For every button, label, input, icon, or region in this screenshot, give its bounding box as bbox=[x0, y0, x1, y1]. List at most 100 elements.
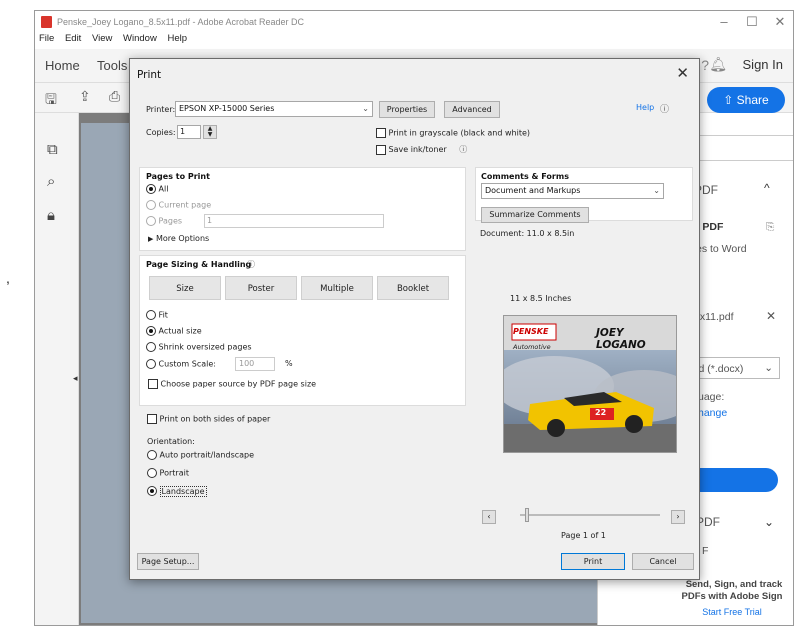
help-link[interactable]: Help bbox=[636, 103, 654, 112]
summarize-comments-button[interactable]: Summarize Comments bbox=[481, 207, 589, 223]
properties-button[interactable]: Properties bbox=[379, 101, 435, 118]
custom-scale-radio[interactable] bbox=[146, 359, 156, 369]
grayscale-option[interactable]: Print in grayscale (black and white) bbox=[376, 128, 530, 138]
percent-label: % bbox=[285, 359, 293, 368]
printer-select-value: EPSON XP-15000 Series bbox=[179, 104, 275, 113]
pages-thumbnail-icon[interactable]: ⧉ bbox=[47, 141, 58, 158]
landscape-radio[interactable] bbox=[147, 486, 157, 496]
share-button[interactable]: ⇧ Share bbox=[707, 87, 785, 113]
comments-forms-select[interactable]: Document and Markups ⌄ bbox=[481, 183, 664, 199]
comments-forms-title: Comments & Forms bbox=[481, 172, 569, 181]
preview-size-label: 11 x 8.5 Inches bbox=[510, 294, 572, 303]
save-ink-option[interactable]: Save ink/toner ⓘ bbox=[376, 144, 467, 155]
booklet-tab[interactable]: Booklet bbox=[377, 276, 449, 300]
pages-radio[interactable] bbox=[146, 216, 156, 226]
auto-orientation-radio[interactable] bbox=[147, 450, 157, 460]
portrait-option[interactable]: Portrait bbox=[147, 468, 189, 478]
copies-label: Copies: bbox=[146, 128, 176, 137]
shrink-radio[interactable] bbox=[146, 342, 156, 352]
page-sizing-info-icon[interactable]: ⓘ bbox=[247, 259, 255, 270]
printer-label: Printer: bbox=[146, 105, 176, 114]
more-options-toggle[interactable]: ▶ More Options bbox=[148, 234, 209, 243]
export-settings-icon[interactable]: ⎘ bbox=[766, 221, 774, 234]
export-pdf-title: t PDF bbox=[696, 221, 724, 233]
remove-file-icon[interactable]: ✕ bbox=[766, 309, 776, 323]
actual-size-option[interactable]: Actual size bbox=[146, 326, 202, 336]
start-free-trial-link[interactable]: Start Free Trial bbox=[668, 607, 793, 617]
save-ink-checkbox[interactable] bbox=[376, 144, 386, 155]
stray-comma: , bbox=[6, 270, 10, 286]
auto-orientation-option[interactable]: Auto portrait/landscape bbox=[147, 450, 254, 460]
menu-view[interactable]: View bbox=[92, 33, 112, 44]
pages-to-print-group: Pages to Print All Current page Pages 1 … bbox=[139, 167, 466, 251]
window-close-icon[interactable]: ✕ bbox=[769, 14, 791, 30]
lock-icon[interactable]: 🔒︎ bbox=[47, 207, 55, 224]
tab-home[interactable]: Home bbox=[45, 58, 80, 73]
page-setup-button[interactable]: Page Setup... bbox=[137, 553, 199, 570]
custom-scale-option[interactable]: Custom Scale: bbox=[146, 359, 216, 369]
minimize-icon[interactable]: – bbox=[713, 14, 735, 29]
menu-edit[interactable]: Edit bbox=[65, 33, 81, 44]
share-label: Share bbox=[736, 93, 769, 107]
both-sides-label: Print on both sides of paper bbox=[159, 414, 271, 424]
orientation-title: Orientation: bbox=[147, 437, 195, 446]
grayscale-checkbox[interactable] bbox=[376, 128, 386, 138]
upload-icon[interactable]: ⇪ bbox=[79, 88, 91, 105]
current-page-option[interactable]: Current page bbox=[146, 200, 211, 210]
tab-tools[interactable]: Tools bbox=[97, 58, 127, 73]
collapse-left-icon[interactable]: ◂ bbox=[73, 373, 78, 384]
menu-file[interactable]: File bbox=[39, 33, 54, 44]
attachment-icon[interactable]: ⌕ bbox=[47, 173, 55, 190]
fit-radio[interactable] bbox=[146, 310, 156, 320]
chevron-down-icon[interactable]: ⌄ bbox=[764, 515, 774, 529]
bell-icon[interactable]: 🔔︎ bbox=[709, 56, 727, 73]
paper-source-option[interactable]: Choose paper source by PDF page size bbox=[148, 379, 316, 389]
printer-select[interactable]: EPSON XP-15000 Series ⌄ bbox=[175, 101, 373, 117]
both-sides-option[interactable]: Print on both sides of paper bbox=[147, 414, 270, 424]
portrait-radio[interactable] bbox=[147, 468, 157, 478]
paper-source-checkbox[interactable] bbox=[148, 379, 158, 389]
pages-range-input[interactable]: 1 bbox=[204, 214, 384, 228]
printer-icon[interactable]: ⎙ bbox=[109, 88, 120, 105]
dialog-close-icon[interactable]: ✕ bbox=[676, 64, 689, 82]
page-slider-thumb[interactable] bbox=[525, 508, 529, 522]
menu-window[interactable]: Window bbox=[123, 33, 157, 44]
save-icon[interactable]: 🖫︎ bbox=[45, 89, 57, 113]
all-pages-option[interactable]: All bbox=[146, 184, 168, 194]
chevron-up-icon[interactable]: ^ bbox=[764, 181, 770, 195]
acrobat-titlebar: Penske_Joey Logano_8.5x11.pdf - Adobe Ac… bbox=[35, 11, 793, 33]
actual-size-radio[interactable] bbox=[146, 326, 156, 336]
both-sides-checkbox[interactable] bbox=[147, 414, 157, 424]
language-label: uage: bbox=[698, 391, 725, 403]
grayscale-label: Print in grayscale (black and white) bbox=[388, 128, 530, 138]
multiple-tab[interactable]: Multiple bbox=[301, 276, 373, 300]
custom-scale-input[interactable]: 100 bbox=[235, 357, 275, 371]
print-button[interactable]: Print bbox=[561, 553, 625, 570]
comments-forms-group: Comments & Forms Document and Markups ⌄ S… bbox=[475, 167, 693, 223]
sign-in-link[interactable]: Sign In bbox=[743, 57, 783, 72]
change-language-link[interactable]: hange bbox=[698, 407, 727, 419]
fit-option[interactable]: Fit bbox=[146, 310, 168, 320]
maximize-icon[interactable]: ☐ bbox=[741, 14, 763, 30]
prev-page-button[interactable]: ‹ bbox=[482, 510, 496, 524]
cancel-button[interactable]: Cancel bbox=[632, 553, 694, 570]
size-tab[interactable]: Size bbox=[149, 276, 221, 300]
all-pages-radio[interactable] bbox=[146, 184, 156, 194]
shrink-option[interactable]: Shrink oversized pages bbox=[146, 342, 252, 352]
fit-label: Fit bbox=[158, 310, 168, 320]
save-ink-label: Save ink/toner bbox=[388, 145, 447, 154]
help-circle-icon[interactable]: ? bbox=[701, 57, 709, 73]
menu-help[interactable]: Help bbox=[167, 33, 187, 44]
landscape-option[interactable]: Landscape bbox=[147, 485, 207, 497]
info-icon[interactable]: ⓘ bbox=[459, 145, 467, 154]
copies-input[interactable]: 1 bbox=[177, 125, 201, 139]
help-info-icon[interactable]: ⓘ bbox=[660, 102, 669, 115]
next-page-button[interactable]: › bbox=[671, 510, 685, 524]
current-page-radio[interactable] bbox=[146, 200, 156, 210]
advanced-button[interactable]: Advanced bbox=[444, 101, 500, 118]
print-preview: PENSKE Automotive JOEY LOGANO 22 bbox=[503, 315, 677, 453]
pages-option[interactable]: Pages bbox=[146, 216, 182, 226]
poster-tab[interactable]: Poster bbox=[225, 276, 297, 300]
pages-to-print-title: Pages to Print bbox=[146, 172, 210, 181]
copies-stepper[interactable]: ▲ ▼ bbox=[203, 125, 217, 139]
